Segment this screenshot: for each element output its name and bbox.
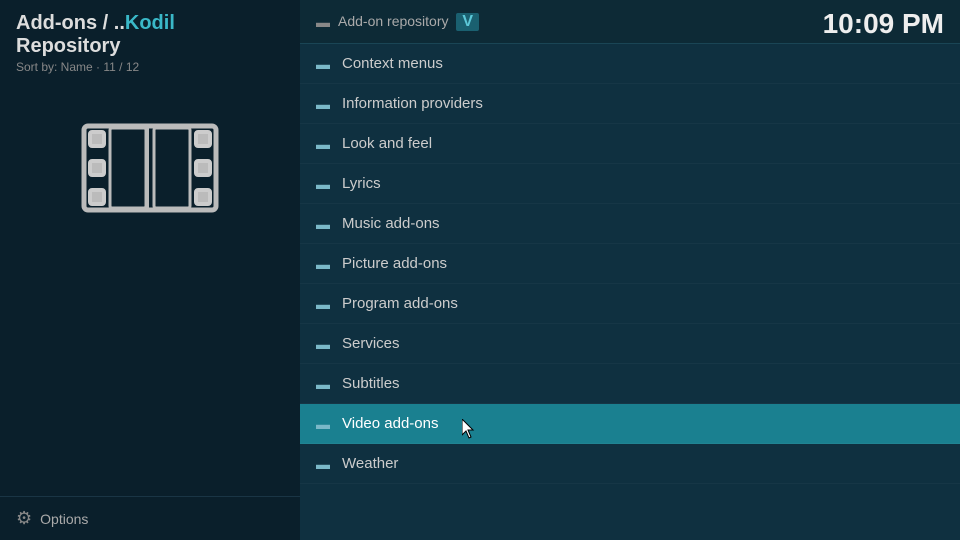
folder-icon: ▬ — [316, 336, 330, 352]
list-item[interactable]: ▬ Video add-ons — [300, 404, 960, 444]
folder-icon: ▬ — [316, 256, 330, 272]
item-label: Picture add-ons — [342, 255, 447, 272]
item-label: Lyrics — [342, 175, 381, 192]
film-svg — [80, 118, 220, 218]
item-label: Subtitles — [342, 375, 400, 392]
addon-repo-label: Add-on repository V — [338, 13, 479, 31]
left-panel: Add-ons / ..Kodil Repository Sort by: Na… — [0, 0, 300, 540]
item-label: Information providers — [342, 95, 483, 112]
breadcrumb-title: Add-ons / ..Kodil Repository — [16, 12, 284, 58]
folder-icon: ▬ — [316, 376, 330, 392]
list-item[interactable]: ▬ Weather — [300, 444, 960, 484]
item-label: Context menus — [342, 55, 443, 72]
folder-icon: ▬ — [316, 176, 330, 192]
folder-icon: ▬ — [316, 96, 330, 112]
addon-list: ▬ Context menus ▬ Information providers … — [300, 44, 960, 484]
folder-icon: ▬ — [316, 216, 330, 232]
addon-type-text: Add-on repository — [338, 13, 449, 29]
v-badge: V — [456, 13, 479, 31]
options-bar[interactable]: ⚙ Options — [0, 496, 300, 540]
right-panel: ▬ Add-on repository V 10:09 PM ▬ Context… — [300, 0, 960, 540]
folder-icon: ▬ — [316, 296, 330, 312]
list-item[interactable]: ▬ Picture add-ons — [300, 244, 960, 284]
item-label: Look and feel — [342, 135, 432, 152]
folder-icon: ▬ — [316, 416, 330, 432]
breadcrumb: Add-ons / ..Kodil Repository Sort by: Na… — [0, 0, 300, 78]
kodil-text: Kodil — [125, 12, 175, 34]
breadcrumb-prefix: Add-ons / .. — [16, 12, 125, 34]
options-label: Options — [40, 511, 88, 527]
item-label: Video add-ons — [342, 415, 438, 432]
item-label: Weather — [342, 455, 398, 472]
repository-text: Repository — [16, 35, 120, 57]
list-item[interactable]: ▬ Subtitles — [300, 364, 960, 404]
list-item[interactable]: ▬ Lyrics — [300, 164, 960, 204]
item-label: Music add-ons — [342, 215, 440, 232]
folder-header-icon: ▬ — [316, 14, 330, 30]
item-label: Program add-ons — [342, 295, 458, 312]
list-item[interactable]: ▬ Look and feel — [300, 124, 960, 164]
item-label: Services — [342, 335, 400, 352]
folder-icon: ▬ — [316, 136, 330, 152]
clock: 10:09 PM — [823, 8, 944, 40]
list-item[interactable]: ▬ Context menus — [300, 44, 960, 84]
film-strip-icon — [80, 118, 220, 218]
list-item[interactable]: ▬ Music add-ons — [300, 204, 960, 244]
list-item[interactable]: ▬ Information providers — [300, 84, 960, 124]
list-item[interactable]: ▬ Program add-ons — [300, 284, 960, 324]
folder-icon: ▬ — [316, 56, 330, 72]
film-icon-container — [0, 118, 300, 218]
gear-icon: ⚙ — [16, 508, 32, 529]
sort-info: Sort by: Name · 11 / 12 — [16, 60, 284, 74]
folder-icon: ▬ — [316, 456, 330, 472]
list-item[interactable]: ▬ Services — [300, 324, 960, 364]
